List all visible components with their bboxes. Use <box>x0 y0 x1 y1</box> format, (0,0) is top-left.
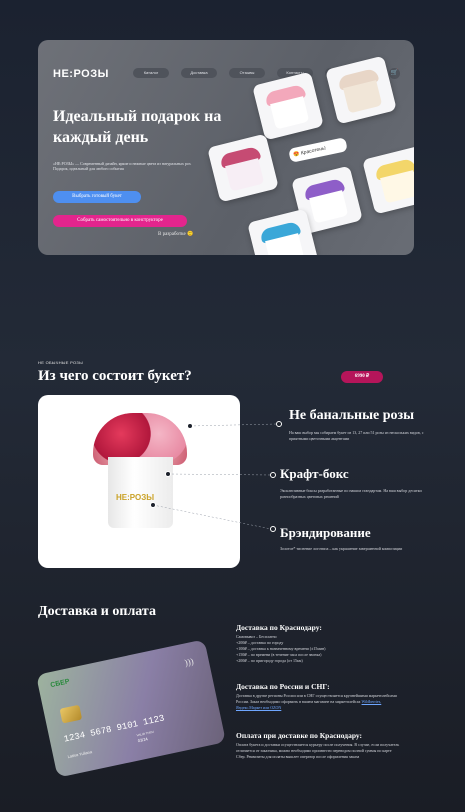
russia-delivery-title: Доставка по России и СНГ: <box>236 682 330 691</box>
feature-marker <box>276 421 282 427</box>
contactless-icon: ))) <box>183 656 195 668</box>
feature-marker <box>165 471 171 477</box>
card-expiry: 03/24 <box>137 736 149 744</box>
compliment-tag-text: Красотень! <box>300 145 327 157</box>
nav-reviews[interactable]: Отзывы <box>229 68 265 78</box>
hero-description: «НЕ:РОЗЫ» — Современный дизайн, яркие и … <box>53 161 192 171</box>
feature-title-branding: Брэндирование <box>280 525 371 540</box>
feature-text-box: Эксклюзивные боксы разработанные по наши… <box>280 488 422 499</box>
payment-text: Оплата букета и доставки осуществляется … <box>236 742 400 759</box>
krasnodar-line: +200₽ – по пригороду города (от 15км) <box>236 658 303 663</box>
section-label: НЕ ОБЫЧНЫЕ РОЗЫ <box>38 360 83 365</box>
compliment-tag: 😍 Красотень! <box>288 137 348 163</box>
feature-title-roses: Не банальные розы <box>289 408 415 423</box>
section-title: Из чего состоит букет? <box>38 368 192 384</box>
site-logo[interactable]: НЕ:РОЗЫ <box>53 68 109 80</box>
bank-card: СБЕР ))) 1234 5678 9101 1123 Latisa Yuli… <box>35 639 227 778</box>
feature-text-branding: Золотое* тиснение логотипа – как украшен… <box>280 546 403 551</box>
feature-marker <box>150 502 156 508</box>
feature-marker <box>270 526 276 532</box>
feature-marker <box>270 472 276 478</box>
bouquet-card[interactable] <box>325 55 397 125</box>
card-holder: Latisa Yuliana <box>67 749 93 760</box>
russia-delivery-text: Доставка в другие регионы России или в С… <box>236 693 401 711</box>
box-logo: НЕ:РОЗЫ <box>116 493 155 502</box>
in-development-label: В разработке <box>158 232 186 237</box>
feature-marker <box>187 423 193 429</box>
hero-banner: НЕ:РОЗЫ Каталог Доставка Отзывы Контакты… <box>38 40 414 255</box>
delivery-title: Доставка и оплата <box>38 604 156 619</box>
feature-text-roses: На ваш выбор мы собираем букет из 13, 27… <box>289 430 424 441</box>
krasnodar-delivery-title: Доставка по Краснодару: <box>236 623 322 632</box>
open-constructor-button[interactable]: Собрать самостоятельно в конструкторе <box>53 215 187 227</box>
choose-ready-bouquet-button[interactable]: Выбрать готовый букет <box>53 191 141 203</box>
nav-catalog[interactable]: Каталог <box>133 68 169 78</box>
smile-icon: 🙂 <box>186 232 194 237</box>
krasnodar-delivery-list: Самовывоз – Бесплатно +200₽ – доставка п… <box>236 634 401 664</box>
nav-delivery[interactable]: Доставка <box>181 68 217 78</box>
feature-title-box: Крафт-бокс <box>280 466 349 481</box>
bank-logo: СБЕР <box>49 678 71 690</box>
chip-icon <box>59 704 83 724</box>
in-development-note: В разработке 🙂 <box>158 231 193 237</box>
bouquet-photo: НЕ:РОЗЫ <box>38 395 240 568</box>
bouquet-card[interactable] <box>252 71 324 141</box>
cart-icon[interactable]: 🛒 <box>389 68 400 79</box>
bouquet-card[interactable] <box>362 145 414 215</box>
hero-title: Идеальный подарок на каждый день <box>53 108 222 146</box>
price-badge: 6990 ₽ <box>341 371 383 383</box>
heart-eyes-icon: 😍 <box>292 150 301 159</box>
payment-title: Оплата при доставке по Краснодару: <box>236 731 363 740</box>
